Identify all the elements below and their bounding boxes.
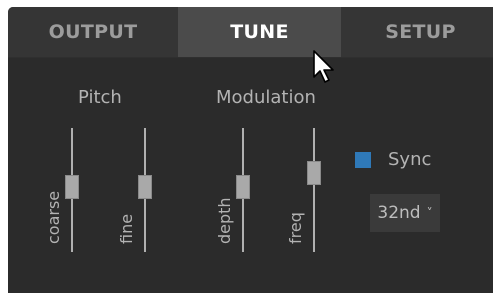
rate-dropdown-value: 32nd	[377, 203, 421, 223]
fine-label: fine	[117, 213, 136, 244]
sync-label: Sync	[388, 149, 432, 170]
chevron-down-icon: ˅	[426, 206, 433, 220]
mouse-pointer-icon	[313, 50, 334, 83]
depth-slider[interactable]: depth	[215, 128, 257, 252]
sync-toggle[interactable]: Sync	[355, 149, 431, 170]
pitch-section-title: Pitch	[78, 87, 122, 108]
coarse-label: coarse	[44, 190, 63, 244]
fine-slider[interactable]: fine	[117, 128, 159, 252]
sync-checkbox[interactable]	[355, 151, 371, 168]
freq-slider-track	[313, 128, 315, 252]
rate-dropdown[interactable]: 32nd ˅	[370, 194, 440, 232]
tab-bar: OUTPUT TUNE SETUP	[8, 7, 493, 58]
fine-slider-handle[interactable]	[138, 175, 152, 199]
freq-label: freq	[286, 212, 305, 244]
freq-slider-handle[interactable]	[307, 161, 321, 185]
depth-slider-handle[interactable]	[236, 175, 250, 199]
coarse-slider[interactable]: coarse	[44, 128, 86, 252]
modulation-section-title: Modulation	[216, 87, 316, 108]
tab-output[interactable]: OUTPUT	[8, 7, 178, 57]
plugin-panel: OUTPUT TUNE SETUP Pitch Modulation coars…	[8, 7, 493, 293]
depth-label: depth	[215, 197, 234, 244]
tab-setup[interactable]: SETUP	[341, 7, 493, 57]
coarse-slider-handle[interactable]	[65, 175, 79, 199]
freq-slider[interactable]: freq	[286, 128, 328, 252]
